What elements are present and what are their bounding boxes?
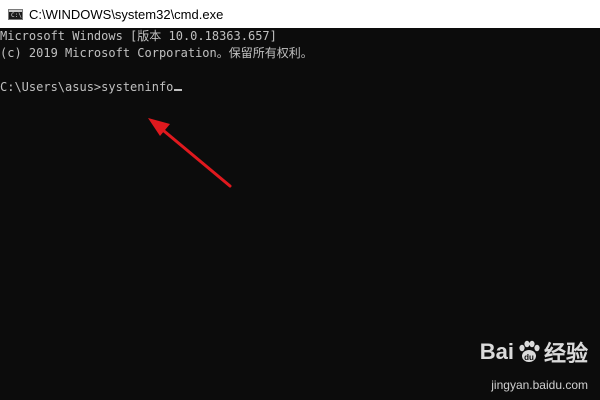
cmd-icon: C:\ [8, 8, 23, 20]
watermark-logo: Bai du 经验 [480, 336, 588, 368]
console-prompt: C:\Users\asus> [0, 80, 102, 94]
command-text: systeninfo [101, 80, 174, 94]
paw-icon: du [519, 340, 540, 362]
watermark-url: jingyan.baidu.com [491, 378, 588, 392]
baidu-jingyan-watermark: Bai du 经验 jingyan.baidu.com [438, 336, 588, 392]
command-line[interactable]: C:\Users\asus>systeninfo [0, 79, 600, 96]
text-cursor [174, 89, 183, 91]
watermark-brand-left: Bai [479, 339, 514, 364]
title-bar[interactable]: C:\ C:\WINDOWS\system32\cmd.exe [0, 0, 600, 28]
svg-text:du: du [524, 353, 534, 362]
console-line-version: Microsoft Windows [版本 10.0.18363.657] [0, 29, 277, 43]
console-line-copyright: (c) 2019 Microsoft Corporation。保留所有权利。 [0, 46, 313, 60]
window-title: C:\WINDOWS\system32\cmd.exe [29, 6, 224, 22]
watermark-brand-right: 经验 [543, 341, 588, 366]
cmd-window: C:\ C:\WINDOWS\system32\cmd.exe Microsof… [0, 0, 600, 400]
